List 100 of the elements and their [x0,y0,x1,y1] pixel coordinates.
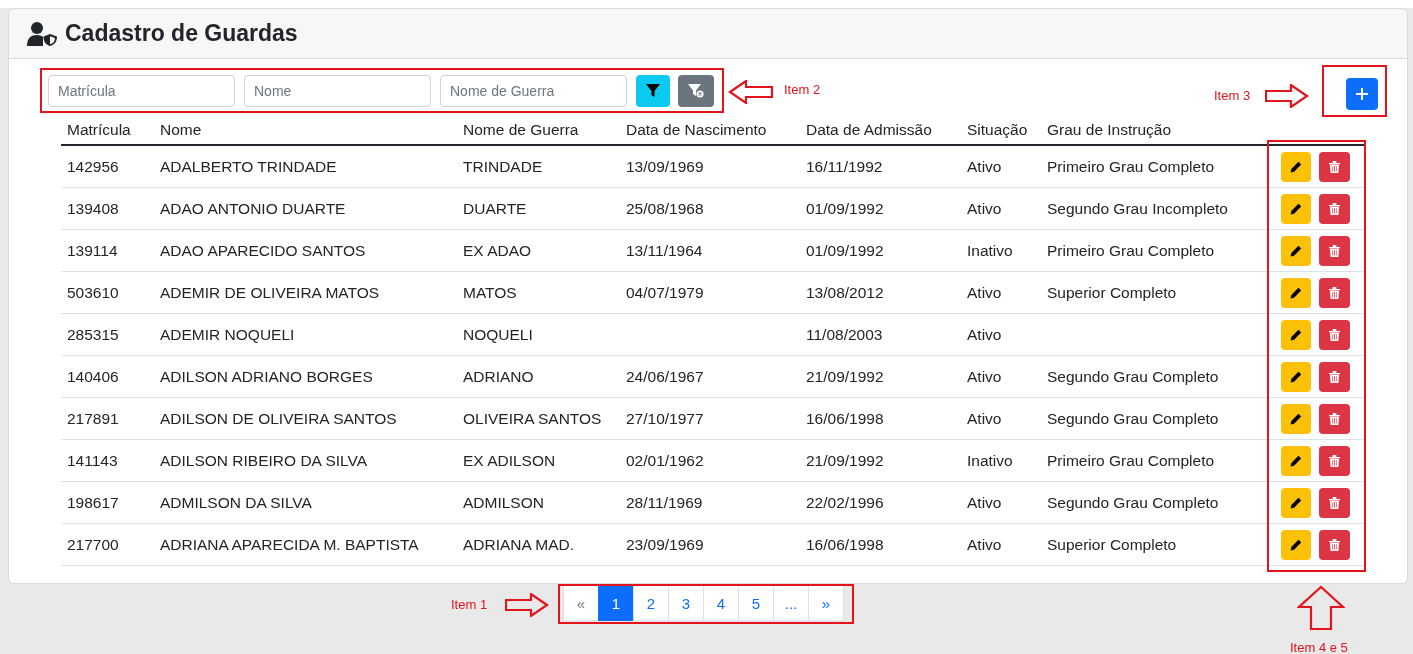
table-cell: 13/11/1964 [626,241,703,259]
page-link[interactable]: 5 [738,585,774,621]
page-link[interactable]: » [808,585,844,621]
arrow-icon [1265,84,1309,108]
filter-icon [646,84,660,98]
table-cell: 139408 [67,199,119,217]
table-cell: ADRIANA APARECIDA M. BAPTISTA [160,535,419,553]
table-cell: ADILSON DE OLIVEIRA SANTOS [160,409,397,427]
add-button[interactable] [1346,78,1378,110]
table-cell: OLIVEIRA SANTOS [463,409,602,427]
pencil-icon [1290,370,1302,383]
table-cell: Ativo [967,157,1002,175]
pencil-icon [1290,328,1302,341]
table-cell: 01/09/1992 [806,241,884,259]
trash-icon [1329,538,1340,551]
table-cell: Segundo Grau Incompleto [1047,199,1228,217]
filter-field[interactable]: Nome [244,75,431,107]
page-link[interactable]: 4 [703,585,739,621]
table-cell: TRINDADE [463,157,543,175]
column-header: Matrícula [61,114,154,145]
table-cell: NOQUELI [463,325,533,343]
table-cell: Ativo [967,493,1002,511]
table-cell: Superior Completo [1047,535,1177,553]
clear-filter-button[interactable] [678,75,714,107]
edit-button[interactable] [1281,319,1311,350]
delete-button[interactable] [1319,487,1350,518]
page-link[interactable]: « [563,585,599,621]
table-cell: Ativo [967,283,1002,301]
pencil-icon [1290,160,1302,173]
table-cell: Ativo [967,409,1002,427]
pencil-icon [1290,244,1302,257]
delete-button[interactable] [1319,235,1350,266]
edit-button[interactable] [1281,277,1311,308]
trash-icon [1329,286,1340,299]
column-header: Grau de Instrução [1041,114,1269,145]
filter-field[interactable]: Nome de Guerra [440,75,627,107]
delete-button[interactable] [1319,193,1350,224]
table-cell: 503610 [67,283,119,301]
edit-button[interactable] [1281,151,1311,182]
table-cell: 25/08/1968 [626,199,704,217]
edit-button[interactable] [1281,445,1311,476]
table-cell: ADILSON ADRIANO BORGES [160,367,373,385]
arrow-icon [1297,585,1345,631]
pencil-icon [1290,496,1302,509]
table-cell: ADEMIR NOQUELI [160,325,295,343]
delete-button[interactable] [1319,151,1350,182]
page-link[interactable]: 3 [668,585,704,621]
edit-button[interactable] [1281,361,1311,392]
table-cell: Inativo [967,451,1013,469]
table-cell: 01/09/1992 [806,199,884,217]
filter-field[interactable]: Matrícula [48,75,235,107]
edit-button[interactable] [1281,529,1311,560]
pencil-icon [1290,454,1302,467]
delete-button[interactable] [1319,277,1350,308]
table-cell: EX ADAO [463,241,532,259]
table-cell: 16/06/1998 [806,535,884,553]
table-cell: DUARTE [463,199,527,217]
table-cell: MATOS [463,283,517,301]
filter-button[interactable] [636,75,670,107]
delete-button[interactable] [1319,361,1350,392]
table-cell: 16/11/1992 [806,157,883,175]
table-cell: Segundo Grau Completo [1047,409,1219,427]
table-cell: 13/09/1969 [626,157,704,175]
highlight-box [1322,65,1387,117]
edit-button[interactable] [1281,235,1311,266]
pencil-icon [1290,412,1302,425]
table-cell: 16/06/1998 [806,409,884,427]
table-cell: 21/09/1992 [806,367,884,385]
table-cell: Ativo [967,325,1002,343]
edit-button[interactable] [1281,403,1311,434]
table-cell: ADRIANO [463,367,534,385]
trash-icon [1329,160,1340,173]
page-title: Cadastro de Guardas [65,20,298,47]
column-header: Situação [961,114,1041,145]
table-cell: 04/07/1979 [626,283,704,301]
table-cell: Primeiro Grau Completo [1047,241,1215,259]
table-cell: ADMILSON [463,493,544,511]
delete-button[interactable] [1319,403,1350,434]
column-header: Nome de Guerra [457,114,620,145]
page-link[interactable]: 2 [633,585,669,621]
table-cell: 11/08/2003 [806,325,883,343]
filter-clear-icon [688,84,704,98]
annotation-label: Item 1 [451,597,488,612]
table-cell: 285315 [67,325,119,343]
plus-icon [1356,88,1368,100]
page-link[interactable]: 1 [598,585,634,621]
page-link[interactable]: ... [773,585,809,621]
table-cell: Primeiro Grau Completo [1047,157,1215,175]
table-cell: 13/08/2012 [806,283,884,301]
delete-button[interactable] [1319,319,1350,350]
table-cell: 23/09/1969 [626,535,704,553]
delete-button[interactable] [1319,445,1350,476]
edit-button[interactable] [1281,487,1311,518]
delete-button[interactable] [1319,529,1350,560]
column-header: Data de Admissão [800,114,961,145]
edit-button[interactable] [1281,193,1311,224]
trash-icon [1329,328,1340,341]
table-cell: EX ADILSON [463,451,556,469]
table-cell: Ativo [967,199,1002,217]
table-cell: 02/01/1962 [626,451,704,469]
